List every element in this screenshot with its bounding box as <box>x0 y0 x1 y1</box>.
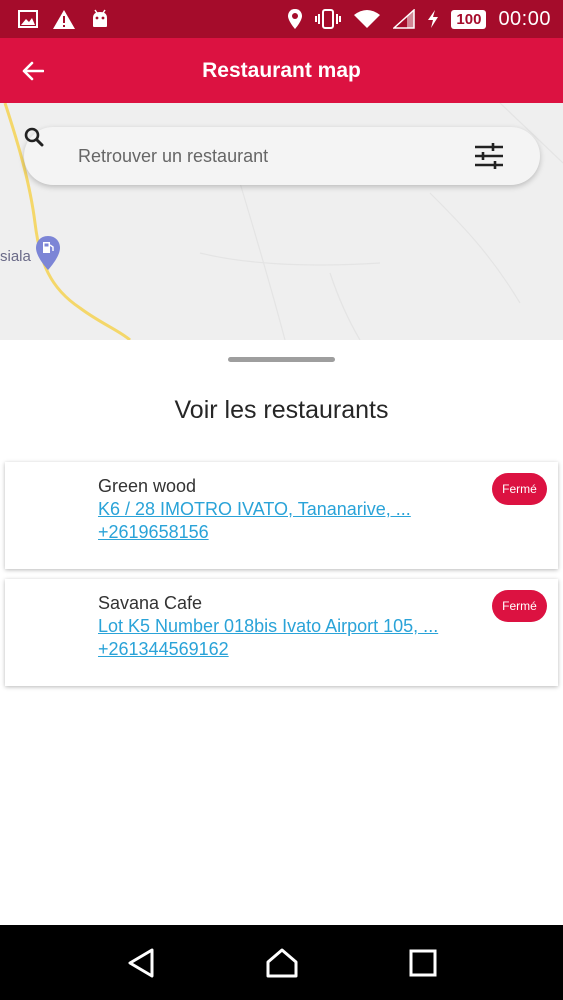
search-bar <box>24 127 540 185</box>
signal-icon <box>393 9 416 29</box>
wifi-icon <box>353 9 381 29</box>
map-view[interactable]: siala <box>0 103 563 340</box>
location-icon <box>287 8 303 30</box>
sheet-title: Voir les restaurants <box>174 396 389 424</box>
clock: 00:00 <box>498 7 551 30</box>
restaurant-address-link[interactable]: K6 / 28 IMOTRO IVATO, Tananarive, ... <box>98 499 411 520</box>
sheet-drag-handle[interactable] <box>228 357 335 362</box>
restaurant-address-link[interactable]: Lot K5 Number 018bis Ivato Airport 105, … <box>98 616 438 637</box>
warning-icon <box>52 9 76 30</box>
restaurant-card[interactable]: Savana Cafe Lot K5 Number 018bis Ivato A… <box>5 579 558 686</box>
page-title: Restaurant map <box>202 58 361 82</box>
status-badge: Fermé <box>492 473 547 505</box>
android-icon <box>90 9 110 29</box>
app-bar: Restaurant map <box>0 38 563 103</box>
filter-button[interactable] <box>474 142 504 170</box>
search-input[interactable] <box>78 145 458 167</box>
vibrate-icon <box>315 9 342 29</box>
charging-icon <box>427 9 439 29</box>
battery-level: 100 <box>451 9 487 29</box>
nav-recents-button[interactable] <box>403 943 443 983</box>
status-bar: 100 00:00 <box>0 0 563 38</box>
restaurant-sheet: Voir les restaurants Green wood K6 / 28 … <box>0 340 563 925</box>
nav-back-button[interactable] <box>121 943 161 983</box>
map-place-label: siala <box>0 248 31 265</box>
status-badge: Fermé <box>492 590 547 622</box>
restaurant-phone-link[interactable]: +2619658156 <box>98 522 209 543</box>
sliders-icon <box>475 143 503 169</box>
triangle-back-icon <box>128 948 153 977</box>
arrow-left-icon <box>22 61 44 81</box>
image-icon <box>18 10 38 28</box>
home-icon <box>266 948 297 977</box>
nav-home-button[interactable] <box>262 943 302 983</box>
square-recents-icon <box>409 949 436 976</box>
restaurant-name: Savana Cafe <box>98 593 203 613</box>
gas-station-icon[interactable] <box>35 235 61 271</box>
restaurant-name: Green wood <box>98 476 197 496</box>
system-nav-bar <box>0 925 563 1000</box>
back-button[interactable] <box>18 56 48 86</box>
restaurant-phone-link[interactable]: +261344569162 <box>98 639 229 660</box>
search-icon <box>24 127 68 167</box>
restaurant-card[interactable]: Green wood K6 / 28 IMOTRO IVATO, Tananar… <box>5 462 558 569</box>
